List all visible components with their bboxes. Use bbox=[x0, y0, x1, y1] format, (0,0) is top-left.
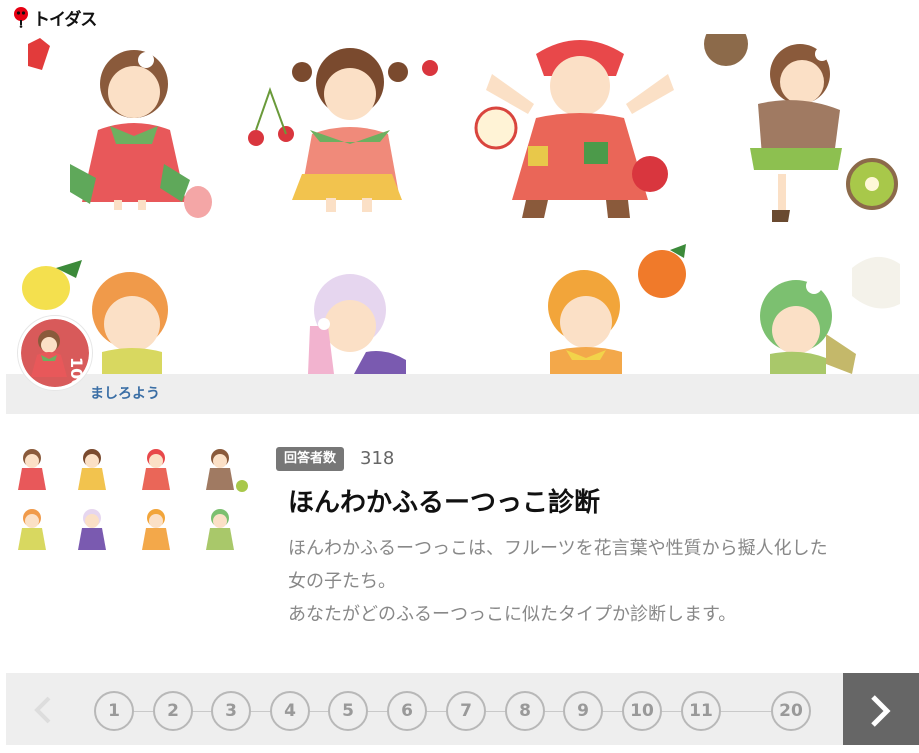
author-avatar-image: 100 bbox=[21, 319, 89, 387]
chevron-right-icon bbox=[871, 695, 891, 727]
hero-illustration bbox=[6, 34, 919, 374]
author-avatar[interactable]: 100 bbox=[18, 316, 92, 390]
page-button[interactable]: 11 bbox=[681, 691, 721, 731]
quiz-description: ほんわかふるーつっこは、フルーツを花言葉や性質から擬人化した 女の子たち。 あな… bbox=[288, 532, 898, 631]
quiz-title[interactable]: ほんわかふるーつっこ診断 bbox=[288, 482, 600, 519]
page-button[interactable]: 10 bbox=[622, 691, 662, 731]
quiz-thumbnail[interactable] bbox=[8, 438, 250, 570]
logo-mark-icon bbox=[14, 7, 28, 28]
cherry-girl-figure bbox=[248, 48, 438, 212]
quiz-description-line: ほんわかふるーつっこは、フルーツを花言葉や性質から擬人化した bbox=[288, 538, 828, 559]
orange-girl-figure bbox=[548, 244, 686, 374]
apple-girl-figure bbox=[474, 40, 674, 218]
page-button[interactable]: 5 bbox=[328, 691, 368, 731]
page-button[interactable]: 2 bbox=[153, 691, 193, 731]
author-name-link[interactable]: ましろよう bbox=[90, 383, 160, 403]
page-button[interactable]: 4 bbox=[270, 691, 310, 731]
kiwi-girl-figure bbox=[704, 34, 898, 222]
respondents-badge: 回答者数 bbox=[276, 447, 345, 471]
logo-text: トイダス bbox=[33, 9, 97, 30]
quiz-description-line: あなたがどのふるーつっこに似たタイプか診断します。 bbox=[288, 604, 737, 625]
fruit-girls-illustration bbox=[22, 34, 900, 374]
page-button[interactable]: 7 bbox=[446, 691, 486, 731]
quiz-description-line: 女の子たち。 bbox=[288, 571, 396, 592]
page-button[interactable]: 3 bbox=[211, 691, 251, 731]
strawberry-girl-figure bbox=[28, 38, 212, 218]
next-page-button[interactable] bbox=[843, 673, 919, 749]
chevron-left-icon[interactable] bbox=[32, 695, 54, 731]
page-button[interactable]: 6 bbox=[387, 691, 427, 731]
pagination: 1 2 3 4 5 6 7 8 9 10 11 20 bbox=[6, 673, 919, 749]
page-button[interactable]: 8 bbox=[505, 691, 545, 731]
quiz-thumbnail-image bbox=[18, 449, 248, 550]
page-button[interactable]: 20 bbox=[771, 691, 811, 731]
melon-girl-figure bbox=[760, 256, 900, 374]
page-button[interactable]: 1 bbox=[94, 691, 134, 731]
bottom-strip bbox=[0, 745, 919, 749]
page-button[interactable]: 9 bbox=[563, 691, 603, 731]
respondents-count: 318 bbox=[360, 448, 395, 469]
site-logo[interactable]: トイダス bbox=[12, 5, 97, 30]
grape-girl-figure bbox=[308, 274, 406, 374]
